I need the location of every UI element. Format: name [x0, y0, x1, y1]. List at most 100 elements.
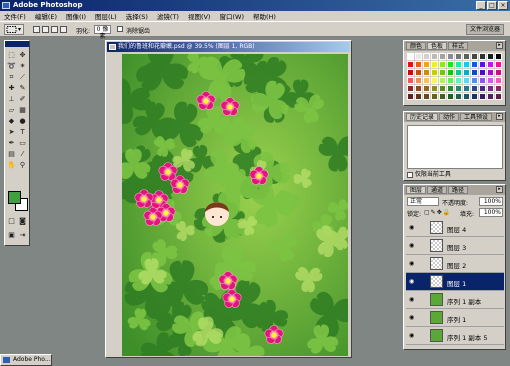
current-tool-only-option[interactable]: 仅限当前工具 [407, 171, 451, 179]
color-swatch[interactable] [423, 93, 430, 100]
visibility-eye-icon[interactable]: ◉ [409, 242, 416, 249]
color-swatch[interactable] [431, 53, 438, 60]
visibility-eye-icon[interactable]: ◉ [409, 314, 416, 321]
color-swatch[interactable] [463, 53, 470, 60]
menu-layer[interactable]: 图层(L) [95, 11, 117, 21]
color-swatch[interactable] [439, 77, 446, 84]
clone-stamp-tool-icon[interactable]: ⊥ [7, 95, 16, 104]
color-swatch[interactable] [431, 77, 438, 84]
color-swatch[interactable] [495, 53, 502, 60]
healing-brush-tool-icon[interactable]: ✚ [7, 84, 16, 93]
color-swatch[interactable] [407, 69, 414, 76]
color-swatch[interactable] [455, 93, 462, 100]
feather-input[interactable]: 0 像素 [94, 25, 111, 40]
color-swatch[interactable] [479, 61, 486, 68]
layer-row[interactable]: ◉ 序列 1 [406, 309, 504, 327]
tab-styles[interactable]: 样式 [448, 42, 469, 50]
tab-channels[interactable]: 通道 [427, 186, 448, 194]
color-swatch[interactable] [479, 69, 486, 76]
image-canvas[interactable] [122, 54, 348, 356]
color-swatch[interactable] [455, 85, 462, 92]
color-swatch[interactable] [415, 93, 422, 100]
color-swatch[interactable] [423, 77, 430, 84]
screen-mode-icon[interactable]: ▣ [7, 231, 16, 240]
panel-menu-icon[interactable]: ▸ [496, 186, 503, 193]
color-swatch[interactable] [447, 61, 454, 68]
brush-tool-icon[interactable]: ✎ [18, 84, 27, 93]
color-swatch[interactable] [487, 69, 494, 76]
color-swatch[interactable] [447, 69, 454, 76]
panel-menu-icon[interactable]: ▸ [496, 42, 503, 49]
color-swatch[interactable] [471, 69, 478, 76]
menu-file[interactable]: 文件(F) [4, 11, 26, 21]
color-swatch[interactable] [431, 93, 438, 100]
color-swatch[interactable] [479, 53, 486, 60]
color-swatch[interactable] [487, 93, 494, 100]
gradient-tool-icon[interactable]: ▦ [18, 106, 27, 115]
jump-to-imageready-icon[interactable]: ⇥ [18, 231, 27, 240]
toolbox-header[interactable] [5, 41, 29, 47]
menu-image[interactable]: 图像(I) [66, 11, 86, 21]
blend-mode-select[interactable]: 正常 [407, 197, 439, 206]
color-swatch[interactable] [447, 77, 454, 84]
color-swatch[interactable] [455, 61, 462, 68]
color-swatch[interactable] [407, 53, 414, 60]
color-swatch[interactable] [439, 69, 446, 76]
add-selection-icon[interactable] [42, 26, 49, 33]
color-swatch[interactable] [415, 61, 422, 68]
color-swatch[interactable] [495, 61, 502, 68]
color-swatch[interactable] [495, 77, 502, 84]
magic-wand-tool-icon[interactable]: ✶ [18, 62, 27, 71]
tab-color[interactable]: 颜色 [406, 42, 427, 50]
file-browser-tab[interactable]: 文件浏览器 [465, 24, 504, 35]
document-title-bar[interactable]: 我们的鲁班和花瓣嫩.psd @ 39.5% (图层 1, RGB) [107, 42, 350, 52]
color-swatch[interactable] [471, 93, 478, 100]
color-swatch[interactable] [455, 53, 462, 60]
slice-tool-icon[interactable]: ⟋ [18, 73, 27, 82]
visibility-eye-icon[interactable]: ◉ [409, 296, 416, 303]
antialias-checkbox[interactable] [117, 26, 123, 32]
move-tool-icon[interactable]: ✥ [18, 51, 27, 60]
color-swatch[interactable] [455, 77, 462, 84]
quick-mask-off-icon[interactable]: □ [7, 217, 16, 226]
color-swatch[interactable] [487, 85, 494, 92]
color-swatch[interactable] [423, 69, 430, 76]
subtract-selection-icon[interactable] [51, 26, 58, 33]
color-swatch[interactable] [495, 93, 502, 100]
color-swatch[interactable] [487, 53, 494, 60]
path-selection-tool-icon[interactable]: ➤ [7, 128, 16, 137]
eraser-tool-icon[interactable]: ▱ [7, 106, 16, 115]
color-swatch[interactable] [495, 69, 502, 76]
history-brush-tool-icon[interactable]: ✐ [18, 95, 27, 104]
color-swatch[interactable] [463, 77, 470, 84]
color-swatch[interactable] [415, 69, 422, 76]
color-swatch[interactable] [439, 93, 446, 100]
fill-input[interactable]: 100% [479, 208, 503, 217]
notes-tool-icon[interactable]: ▤ [7, 150, 16, 159]
crop-tool-icon[interactable]: ⌗ [7, 73, 16, 82]
tab-swatches[interactable]: 色板 [427, 42, 448, 50]
menu-window[interactable]: 窗口(W) [219, 11, 244, 21]
color-swatch[interactable] [431, 69, 438, 76]
color-swatch[interactable] [495, 85, 502, 92]
color-swatch[interactable] [439, 85, 446, 92]
color-swatch[interactable] [471, 77, 478, 84]
panel-menu-icon[interactable]: ▸ [496, 113, 503, 120]
marquee-tool-icon[interactable]: ⬚ [7, 51, 16, 60]
color-swatch[interactable] [471, 53, 478, 60]
color-swatch[interactable] [479, 85, 486, 92]
tab-layers[interactable]: 图层 [406, 186, 427, 194]
blur-tool-icon[interactable]: ◆ [7, 117, 16, 126]
history-list[interactable] [407, 125, 503, 169]
lock-icons[interactable]: ▢✎✥🔒 [424, 209, 451, 216]
layer-row[interactable]: ◉ 序列 1 副本 5 [406, 327, 504, 345]
tab-history[interactable]: 历史记录 [406, 113, 439, 121]
menu-filter[interactable]: 滤镜(T) [157, 11, 179, 21]
close-icon[interactable]: × [498, 1, 508, 10]
intersect-selection-icon[interactable] [60, 26, 67, 33]
foreground-color-swatch[interactable] [8, 191, 21, 204]
color-swatch[interactable] [439, 53, 446, 60]
hand-tool-icon[interactable]: ✋ [7, 161, 16, 170]
color-swatch[interactable] [455, 69, 462, 76]
color-swatch[interactable] [423, 85, 430, 92]
